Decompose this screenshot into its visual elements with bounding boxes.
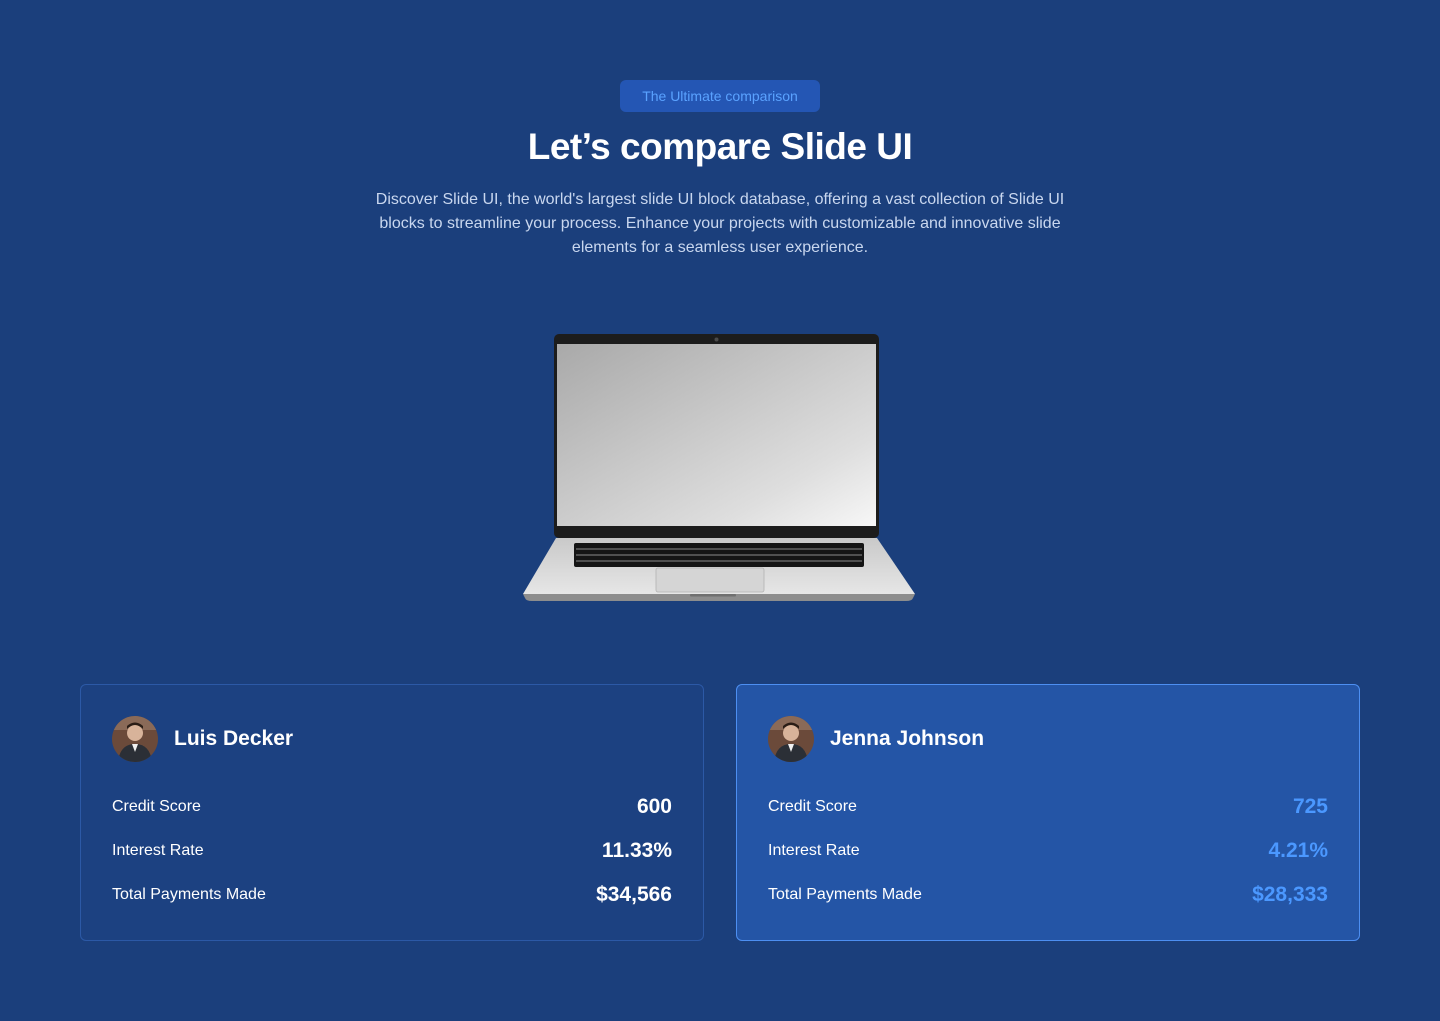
credit-score-value: 725 [1292,795,1328,818]
page-title: Let’s compare Slide UI [527,126,913,167]
total-payments-label: Total Payments Made [768,886,922,903]
total-payments-value: $28,333 [1252,883,1328,906]
total-payments-value: $34,566 [596,883,672,906]
avatar [112,716,158,762]
comparison-badge: The Ultimate comparison [620,80,820,112]
comparison-card-jenna: Jenna Johnson Credit Score 725 Interest … [736,684,1360,941]
interest-rate-label: Interest Rate [112,842,204,859]
comparison-card-luis: Luis Decker Credit Score 600 Interest Ra… [80,684,704,941]
page-description: Discover Slide UI, the world's largest s… [375,191,1065,256]
laptop-image [523,334,915,601]
total-payments-row: Total Payments Made $34,566 [112,880,672,910]
person-name: Jenna Johnson [830,727,985,750]
credit-score-row: Credit Score 600 [112,792,672,822]
interest-rate-row: Interest Rate 4.21% [768,836,1328,866]
person-name: Luis Decker [174,727,294,750]
credit-score-value: 600 [636,795,672,818]
interest-rate-value: 11.33% [601,839,672,862]
total-payments-row: Total Payments Made $28,333 [768,880,1328,910]
credit-score-label: Credit Score [112,798,201,815]
credit-score-row: Credit Score 725 [768,792,1328,822]
interest-rate-value: 4.21% [1268,839,1328,862]
interest-rate-label: Interest Rate [768,842,860,859]
credit-score-label: Credit Score [768,798,857,815]
avatar [768,716,814,762]
interest-rate-row: Interest Rate 11.33% [112,836,672,866]
total-payments-label: Total Payments Made [112,886,266,903]
